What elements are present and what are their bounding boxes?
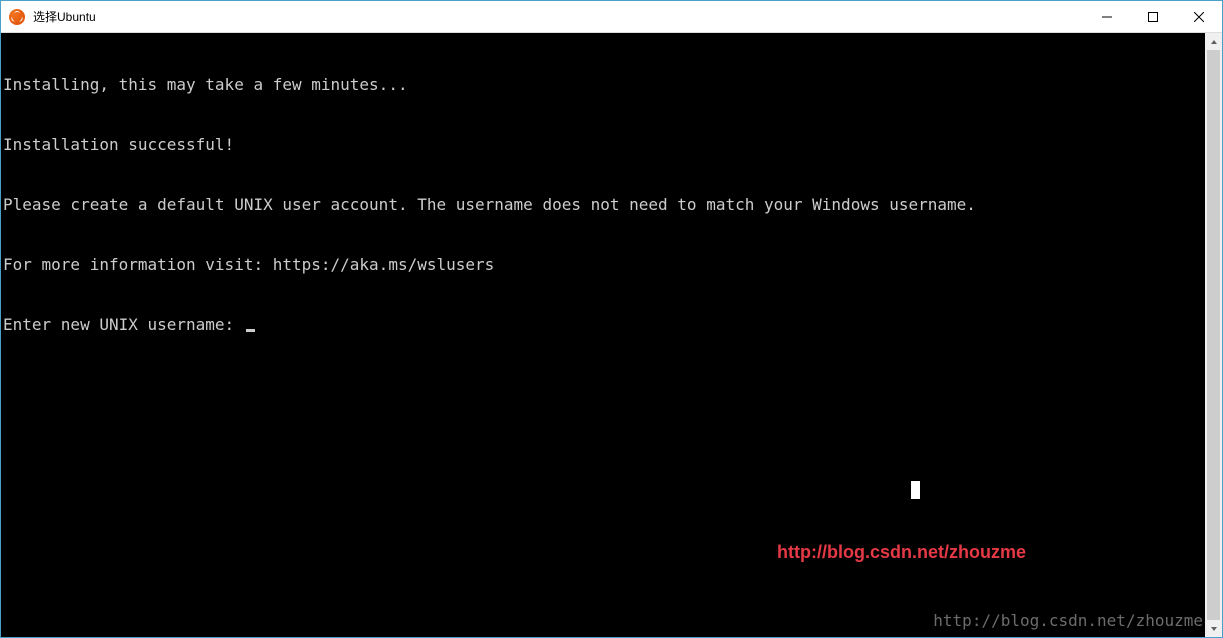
window-controls — [1084, 1, 1222, 32]
terminal-line: For more information visit: https://aka.… — [3, 255, 1203, 275]
terminal-container: Installing, this may take a few minutes.… — [1, 33, 1222, 637]
scroll-track[interactable] — [1205, 50, 1222, 620]
scroll-up-button[interactable] — [1205, 33, 1222, 50]
scroll-down-button[interactable] — [1205, 620, 1222, 637]
window-title: 选择Ubuntu — [33, 8, 1084, 25]
watermark-gray: http://blog.csdn.net/zhouzme — [933, 611, 1203, 631]
terminal-prompt-text: Enter new UNIX username: — [3, 315, 244, 334]
vertical-scrollbar[interactable] — [1205, 33, 1222, 637]
mouse-cursor-icon — [911, 481, 920, 499]
terminal-line: Installation successful! — [3, 135, 1203, 155]
watermark-red: http://blog.csdn.net/zhouzme — [777, 542, 1026, 562]
scroll-thumb[interactable] — [1207, 50, 1220, 620]
titlebar[interactable]: 选择Ubuntu — [1, 1, 1222, 33]
minimize-button[interactable] — [1084, 1, 1130, 32]
terminal[interactable]: Installing, this may take a few minutes.… — [1, 33, 1205, 637]
terminal-line: Please create a default UNIX user accoun… — [3, 195, 1203, 215]
close-button[interactable] — [1176, 1, 1222, 32]
window: 选择Ubuntu Installing, this may take a few… — [0, 0, 1223, 638]
terminal-line: Installing, this may take a few minutes.… — [3, 75, 1203, 95]
text-cursor — [246, 329, 255, 332]
maximize-button[interactable] — [1130, 1, 1176, 32]
ubuntu-icon — [9, 9, 25, 25]
terminal-prompt-line: Enter new UNIX username: — [3, 315, 1203, 335]
